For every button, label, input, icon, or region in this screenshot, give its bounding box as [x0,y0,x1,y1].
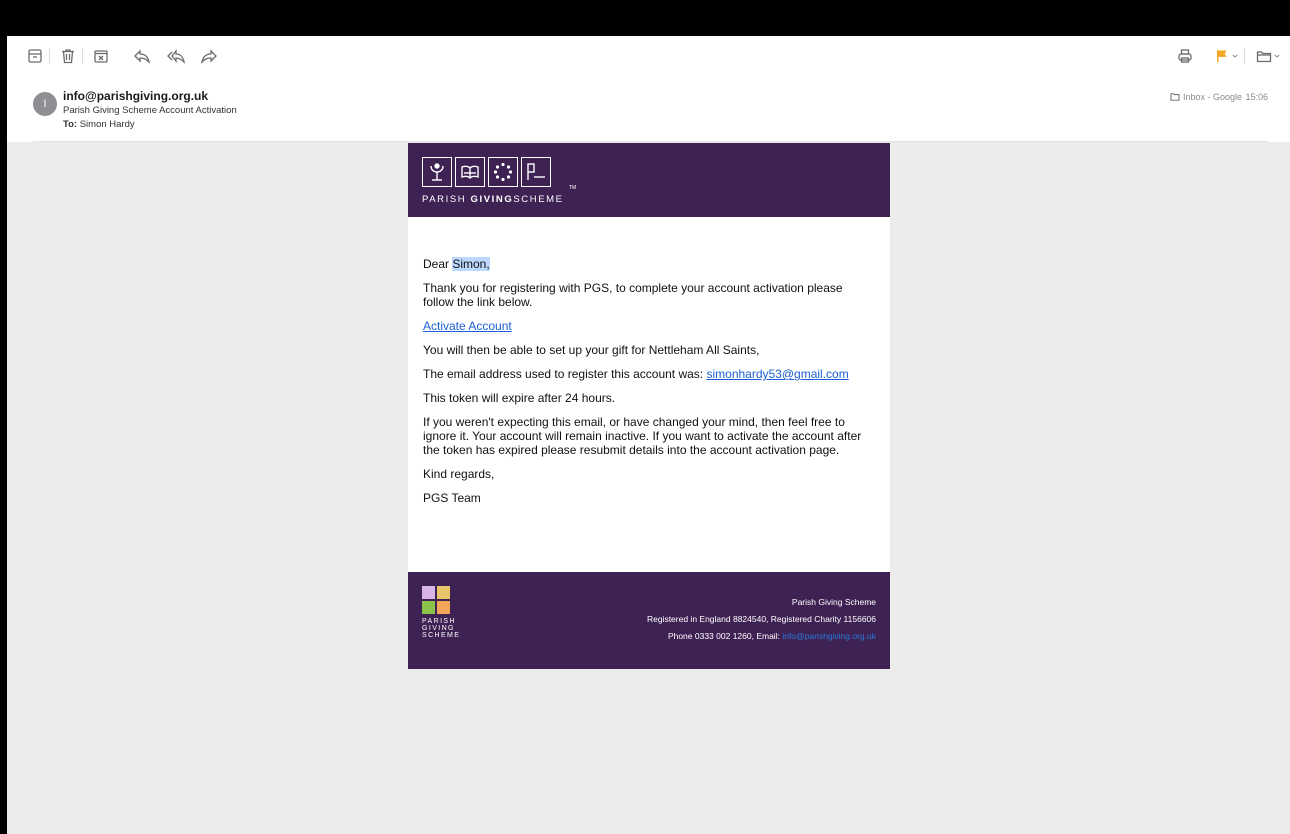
trademark: TM [569,185,577,191]
email-body: Dear Simon, Thank you for registering wi… [408,217,890,572]
registered-email-prefix: The email address used to register this … [423,367,707,381]
sender-address[interactable]: info@parishgiving.org.uk [63,89,208,103]
paragraph-disclaimer: If you weren't expecting this email, or … [423,415,862,457]
paragraph-intro: Thank you for registering with PGS, to c… [423,281,843,309]
registered-email-link[interactable]: simonhardy53@gmail.com [706,367,848,381]
wordmark-parish: PARISH [422,194,471,205]
footer-wordmark: PARISH GIVING SCHEME [422,618,462,639]
team-signature: PGS Team [423,491,481,505]
print-icon[interactable] [1175,46,1195,66]
footer-contact: Phone 0333 002 1260, Email: info@parishg… [647,628,876,645]
message-toolbar [7,36,1290,78]
pgs-wordmark: PARISH GIVINGSCHEME [422,194,564,205]
avatar: I [33,92,57,116]
book-tile-icon [437,586,450,599]
chalice-tile-icon [422,586,435,599]
archive-icon[interactable] [25,46,45,66]
pgs-logo [422,157,551,187]
message-time: 15:06 [1245,92,1268,102]
trash-icon[interactable] [58,46,78,66]
wordmark-scheme: SCHEME [513,194,564,205]
footer-contact-prefix: Phone 0333 002 1260, Email: [667,631,783,641]
forward-icon[interactable] [199,46,219,66]
footer-details: Parish Giving Scheme Registered in Engla… [647,594,876,645]
junk-icon[interactable] [91,46,111,66]
circle-of-people-icon [488,157,518,187]
chevron-down-icon[interactable] [1271,46,1283,66]
footer-registration: Registered in England 8824540, Registere… [646,614,876,624]
folder-icon [1170,93,1180,101]
chevron-down-icon[interactable] [1229,46,1241,66]
greeting-name-selected: Simon, [452,257,490,271]
message-body-area: TM PARISH GIVINGSCHEME Dear Simon, Thank… [7,142,1290,834]
open-book-icon [455,157,485,187]
reply-icon[interactable] [132,46,152,66]
reply-all-icon[interactable] [166,46,186,66]
to-label: To: [63,119,78,130]
footer-org: Parish Giving Scheme [791,597,876,607]
recipient-line: To: Simon Hardy [63,119,135,130]
signoff: Kind regards, [423,467,495,481]
door-icon [521,157,551,187]
footer-wordmark-parish: PARISH [422,618,456,625]
wordmark-giving: GIVING [470,194,514,205]
message-header: I info@parishgiving.org.uk Parish Giving… [7,78,1290,142]
mailbox-label: Inbox - Google [1170,92,1242,102]
paragraph-expiry: This token will expire after 24 hours. [423,391,616,405]
greeting-prefix: Dear [423,257,453,271]
door-tile-icon [437,601,450,614]
chalice-icon [422,157,452,187]
pgs-header-banner: TM PARISH GIVINGSCHEME [408,143,890,217]
email-content: TM PARISH GIVINGSCHEME Dear Simon, Thank… [408,143,890,669]
message-subject: Parish Giving Scheme Account Activation [63,105,237,116]
recipient-name[interactable]: Simon Hardy [80,119,135,130]
window-titlebar [0,0,1290,36]
mailbox-name: Inbox - Google [1182,92,1242,102]
footer-wordmark-scheme: SCHEME [422,632,461,639]
paragraph-registered-email: The email address used to register this … [423,367,875,381]
toolbar-separator [82,48,83,64]
toolbar-separator [49,48,50,64]
activate-account-link[interactable]: Activate Account [423,319,512,333]
footer-email-link[interactable]: info@parishgiving.org.uk [782,631,876,641]
window-edge [0,36,7,834]
greeting: Dear Simon, [423,257,875,271]
toolbar-separator [1244,48,1245,64]
paragraph-gift: You will then be able to set up your gif… [423,343,760,357]
pgs-footer: PARISH GIVING SCHEME Parish Giving Schem… [408,572,890,669]
circle-tile-icon [422,601,435,614]
footer-wordmark-giving: GIVING [422,625,455,632]
